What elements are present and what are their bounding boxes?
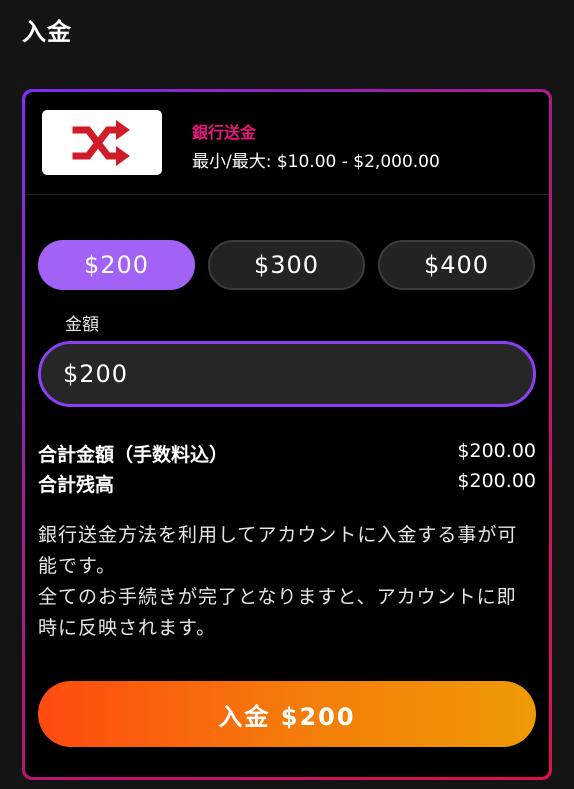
description-line-2: 全てのお手続きが完了となりますと、アカウントに即時に反映されます。 — [38, 586, 517, 639]
deposit-card-body: 銀行送金 最小/最大: $10.00 - $2,000.00 $200 $300… — [25, 92, 549, 777]
total-value: $200.00 — [457, 440, 536, 462]
method-logo — [42, 110, 162, 175]
deposit-button[interactable]: 入金 $200 — [38, 681, 536, 747]
description: 銀行送金方法を利用してアカウントに入金する事が可能です。 全てのお手続きが完了と… — [38, 520, 533, 644]
amount-label: 金額 — [65, 315, 99, 335]
balance-label: 合計残高 — [38, 474, 115, 496]
amount-chip-400[interactable]: $400 — [378, 240, 535, 290]
total-row: 合計金額（手数料込） $200.00 — [38, 440, 536, 467]
amount-chip-200[interactable]: $200 — [38, 240, 195, 290]
shuffle-icon — [72, 119, 130, 166]
page-title: 入金 — [22, 18, 72, 46]
total-label: 合計金額（手数料込） — [38, 444, 229, 466]
deposit-card: 銀行送金 最小/最大: $10.00 - $2,000.00 $200 $300… — [22, 89, 552, 780]
method-limits: 最小/最大: $10.00 - $2,000.00 — [192, 152, 440, 172]
balance-row: 合計残高 $200.00 — [38, 470, 536, 497]
balance-value: $200.00 — [457, 470, 536, 492]
amount-chip-300[interactable]: $300 — [208, 240, 365, 290]
payment-method: 銀行送金 最小/最大: $10.00 - $2,000.00 — [25, 92, 549, 195]
method-name: 銀行送金 — [192, 123, 257, 142]
description-line-1: 銀行送金方法を利用してアカウントに入金する事が可能です。 — [38, 524, 518, 577]
amount-chips: $200 $300 $400 — [38, 240, 536, 290]
amount-input[interactable] — [38, 341, 536, 407]
